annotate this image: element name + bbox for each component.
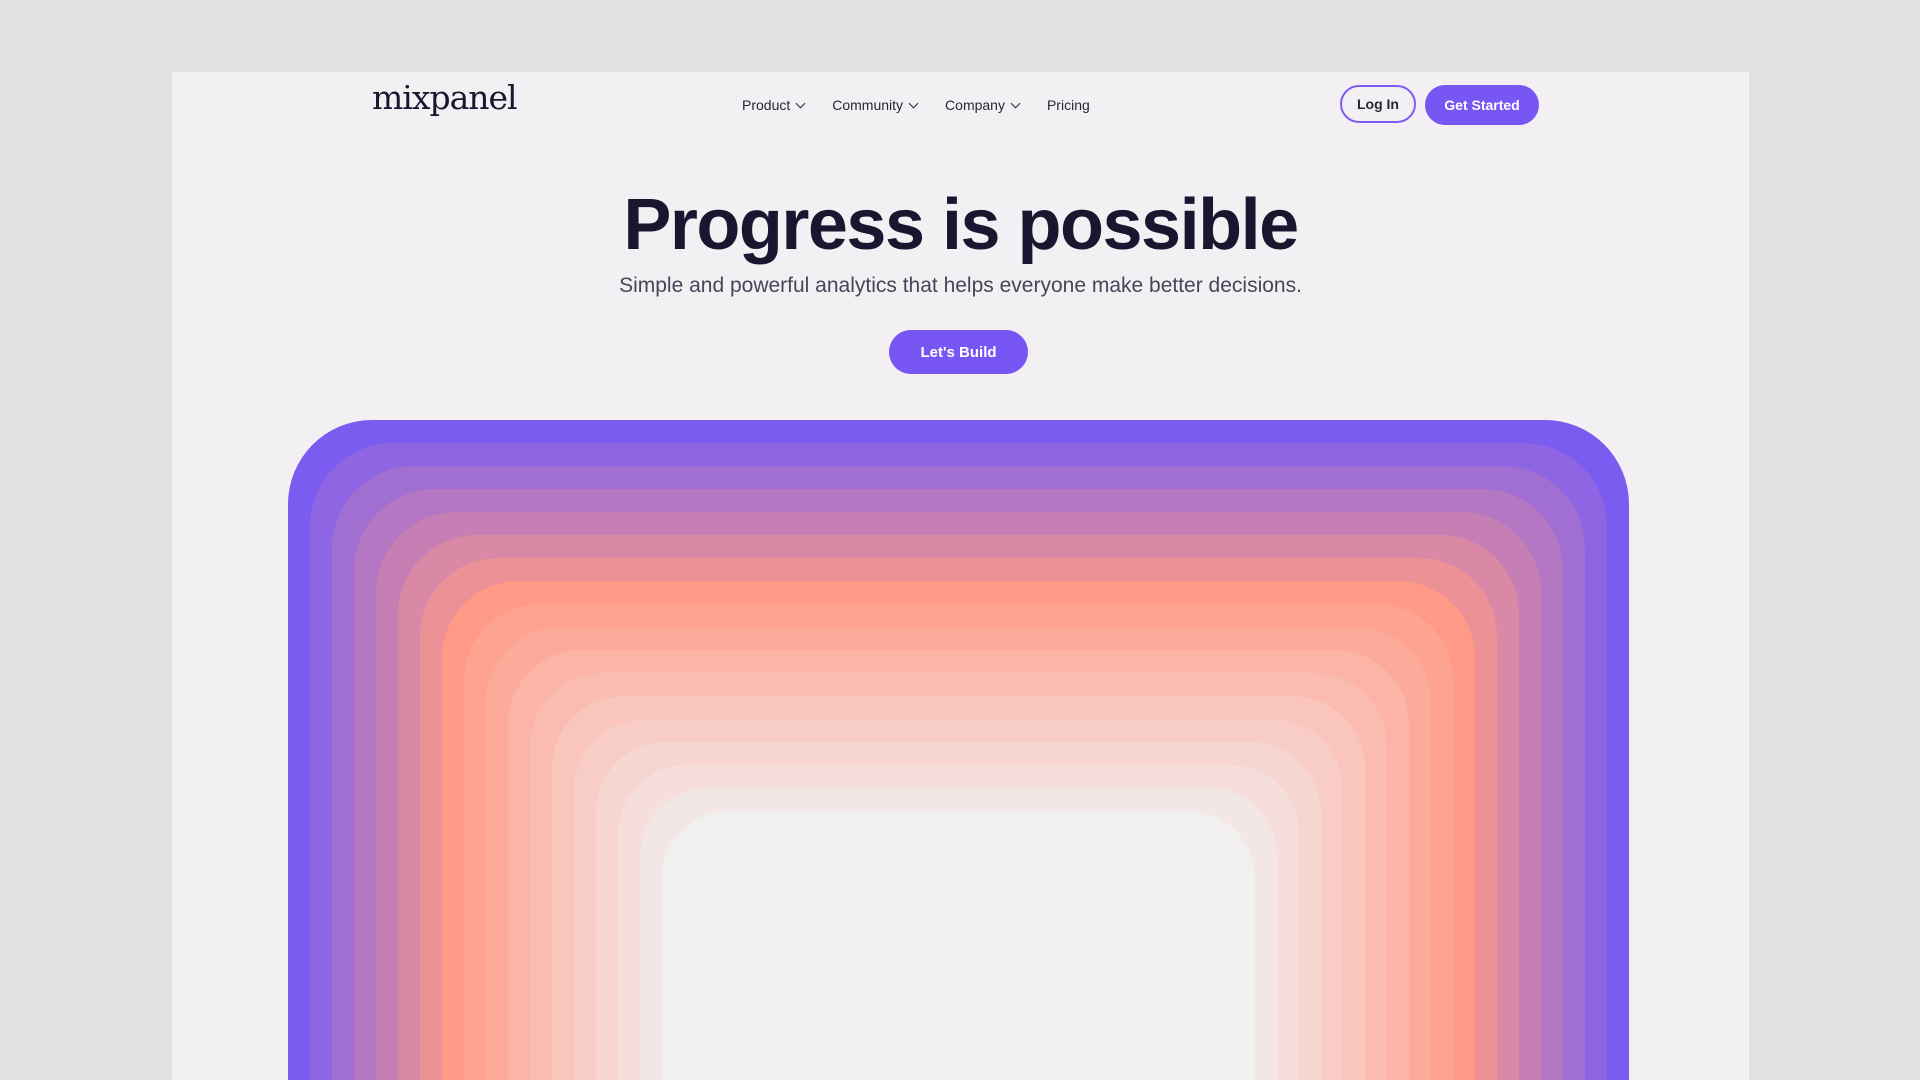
page: mixpanel Product Community Company Prici… (172, 72, 1749, 1080)
hero-title: Progress is possible (623, 185, 1299, 265)
gradient-frame-illustration (288, 420, 1629, 1080)
chevron-down-icon (908, 98, 919, 108)
nav-community-label: Community (832, 97, 904, 113)
get-started-button[interactable]: Get Started (1425, 85, 1539, 125)
lets-build-button[interactable]: Let's Build (889, 330, 1028, 374)
gradient-ring (662, 811, 1255, 1080)
nav-community[interactable]: Community (832, 97, 919, 113)
chevron-down-icon (1010, 98, 1021, 108)
main-nav: Product Community Company Pricing (742, 97, 1090, 113)
chevron-down-icon (795, 98, 806, 108)
nav-product[interactable]: Product (742, 97, 806, 113)
nav-company[interactable]: Company (945, 97, 1021, 113)
login-button[interactable]: Log In (1340, 85, 1416, 123)
nav-product-label: Product (742, 97, 791, 113)
mixpanel-logo[interactable]: mixpanel (372, 78, 518, 117)
nav-pricing-label: Pricing (1046, 97, 1090, 113)
nav-pricing[interactable]: Pricing (1047, 97, 1090, 113)
site-header: mixpanel Product Community Company Prici… (172, 72, 1749, 142)
hero-subtitle: Simple and powerful analytics that helps… (619, 274, 1302, 297)
nav-company-label: Company (945, 97, 1005, 113)
